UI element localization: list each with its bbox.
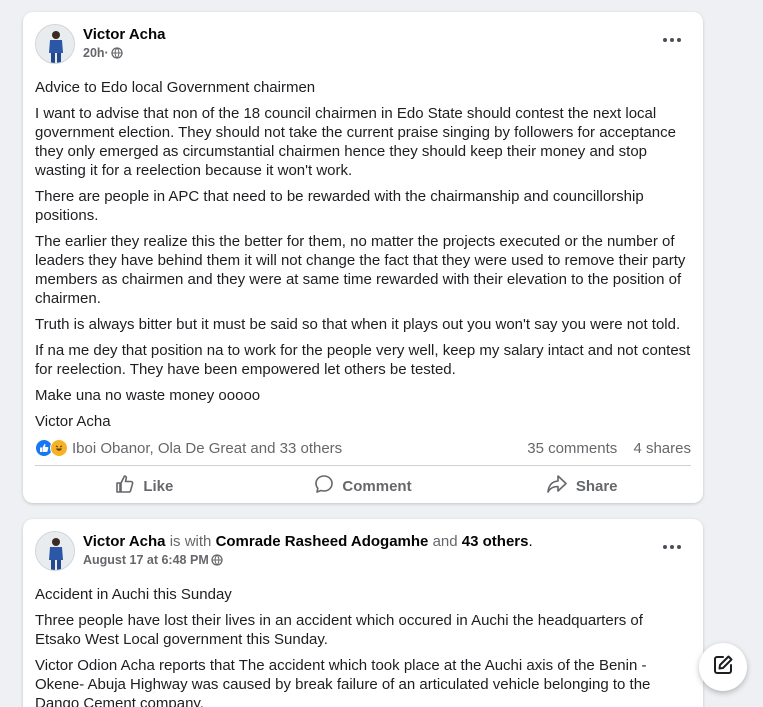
author-name[interactable]: Victor Acha [83,26,166,43]
more-options-icon[interactable] [659,32,685,48]
post-card: Victor Acha 20h · Advice to Edo local Gov… [23,12,703,503]
post-header: Victor Acha 20h · [35,24,691,70]
tagged-person[interactable]: Comrade Rasheed Adogamhe [216,533,429,550]
share-icon [546,474,576,498]
post-time[interactable]: 20h [83,44,105,62]
and-text: and [432,533,458,550]
post-paragraph: There are people in APC that need to be … [35,188,644,224]
globe-icon [211,554,223,566]
reactor-names: Iboi Obanor, Ola De Great and 33 others [72,439,343,457]
reactions-summary[interactable]: Iboi Obanor, Ola De Great and 33 others [35,439,342,457]
post-paragraph: The earlier they realize this the better… [35,233,686,307]
like-label: Like [143,477,174,495]
comment-label: Comment [342,477,412,495]
action-bar: Like Comment Share [35,466,691,506]
more-options-icon[interactable] [659,539,685,555]
shares-count[interactable]: 4 shares [633,440,691,457]
post-paragraph: Advice to Edo local Government chairmen [35,79,316,96]
period: . [528,533,533,550]
tagged-others[interactable]: 43 others [462,533,529,550]
post-paragraph: Victor Acha [35,413,111,430]
post-paragraph: If na me dey that position na to work fo… [35,342,691,378]
globe-icon [111,47,123,59]
haha-reaction-icon [50,439,68,457]
with-text: is with [169,533,212,550]
post-body: Advice to Edo local Government chairmen … [35,78,691,431]
share-label: Share [575,477,618,495]
comments-count[interactable]: 35 comments [527,440,617,457]
post-paragraph: Victor Odion Acha reports that The accid… [35,657,651,707]
post-header: Victor Acha is with Comrade Rasheed Adog… [35,531,691,577]
post-paragraph: Accident in Auchi this Sunday [35,586,232,603]
like-button[interactable]: Like [35,474,254,498]
compose-button[interactable] [699,643,747,691]
compose-icon [712,654,734,681]
engagement-bar: Iboi Obanor, Ola De Great and 33 others … [35,437,691,459]
comment-button[interactable]: Comment [254,474,473,498]
post-time[interactable]: August 17 at 6:48 PM [83,551,209,569]
post-paragraph: Make una no waste money ooooo [35,387,261,404]
post-card: Victor Acha is with Comrade Rasheed Adog… [23,519,703,707]
author-name[interactable]: Victor Acha [83,533,166,550]
post-paragraph: Three people have lost their lives in an… [35,612,643,648]
avatar[interactable] [35,531,75,571]
share-button[interactable]: Share [472,474,691,498]
post-body: Accident in Auchi this Sunday Three peop… [35,585,691,707]
post-paragraph: I want to advise that non of the 18 coun… [35,105,676,179]
post-paragraph: Truth is always bitter but it must be sa… [35,316,681,333]
comment-icon [314,474,342,498]
thumbs-up-icon [115,474,143,498]
avatar[interactable] [35,24,75,64]
